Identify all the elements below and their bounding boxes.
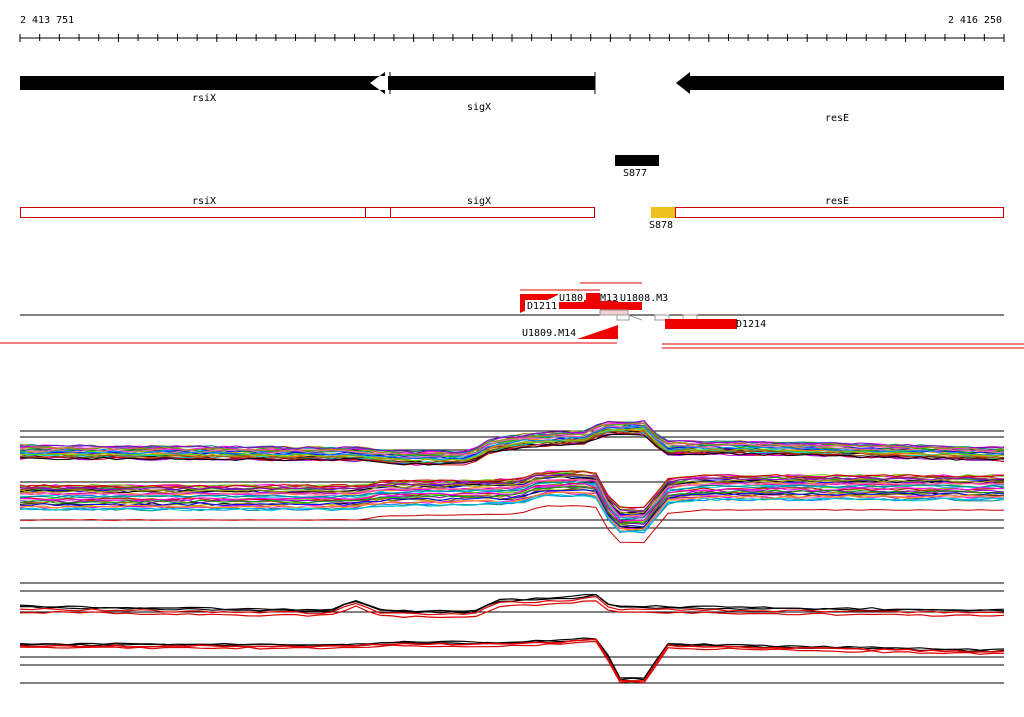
- cds-outline-track: rsiX sigX resE S878: [20, 196, 1004, 231]
- gene-label-rese: resE: [825, 113, 849, 124]
- profile-lower-lines: [19, 470, 1005, 544]
- cds-box-middle[interactable]: [365, 207, 391, 218]
- probe-block-d1214[interactable]: [665, 319, 737, 329]
- summary-line-red: [19, 640, 1005, 684]
- gene-track: rsiX sigX resE: [20, 72, 1004, 124]
- probe-label-d1211: D1211: [527, 301, 557, 312]
- probe-label-u1808: U1808.M3: [620, 293, 668, 304]
- cds-box-rsix[interactable]: [20, 207, 366, 218]
- summary-line-black: [19, 593, 1005, 613]
- probe-wedge-u1809[interactable]: [577, 325, 618, 339]
- gene-arrow-rsix[interactable]: [20, 72, 385, 94]
- genome-track-svg: 2 413 751 2 416 250 rsiX sigX resE S877: [0, 15, 1024, 684]
- gene-arrow-sigx[interactable]: [388, 76, 595, 90]
- ruler-start-label: 2 413 751: [20, 15, 74, 26]
- probe-label-u1809: U1809.M14: [522, 328, 576, 339]
- cds-label-rese: resE: [825, 196, 849, 207]
- cds-label-rsix: rsiX: [192, 196, 216, 207]
- probe-label-u180: U180: [559, 293, 583, 304]
- gene-label-rsix: rsiX: [192, 93, 216, 104]
- probe-track: D1211 U180 M13 U1808.M3 U1809.M14 D1214: [0, 282, 1024, 349]
- cds-box-sigx[interactable]: [390, 207, 595, 218]
- ruler-end-label: 2 416 250: [948, 15, 1002, 26]
- gene-label-sigx: sigX: [467, 102, 491, 113]
- genome-browser-view: 2 413 751 2 416 250 rsiX sigX resE S877: [0, 0, 1024, 714]
- cds-box-rese[interactable]: [675, 207, 1004, 218]
- probe-block-m13[interactable]: [586, 293, 600, 301]
- cds-label-sigx: sigX: [467, 196, 491, 207]
- segment-s878[interactable]: [651, 207, 675, 218]
- probe-small-box: [616, 314, 630, 321]
- segment-label-s877: S877: [623, 168, 647, 179]
- summary-profile-panel: [19, 582, 1005, 684]
- coordinate-ruler: 2 413 751 2 416 250: [19, 15, 1005, 42]
- expression-profile-panel: [19, 420, 1005, 544]
- profile-upper-lines: [19, 420, 1005, 466]
- probe-connector: [627, 314, 643, 321]
- segment-s877[interactable]: S877: [615, 155, 659, 179]
- probe-label-m13: M13: [600, 293, 618, 304]
- segment-label-s878: S878: [649, 220, 673, 231]
- probe-block-overlap[interactable]: [599, 309, 629, 316]
- summary-profile-lines: [19, 593, 1005, 684]
- gene-arrow-rese[interactable]: [676, 72, 1004, 94]
- summary-bounds-lines: [20, 582, 1004, 684]
- profile-line-lower: [19, 505, 1004, 544]
- probe-label-d1214: D1214: [736, 319, 766, 330]
